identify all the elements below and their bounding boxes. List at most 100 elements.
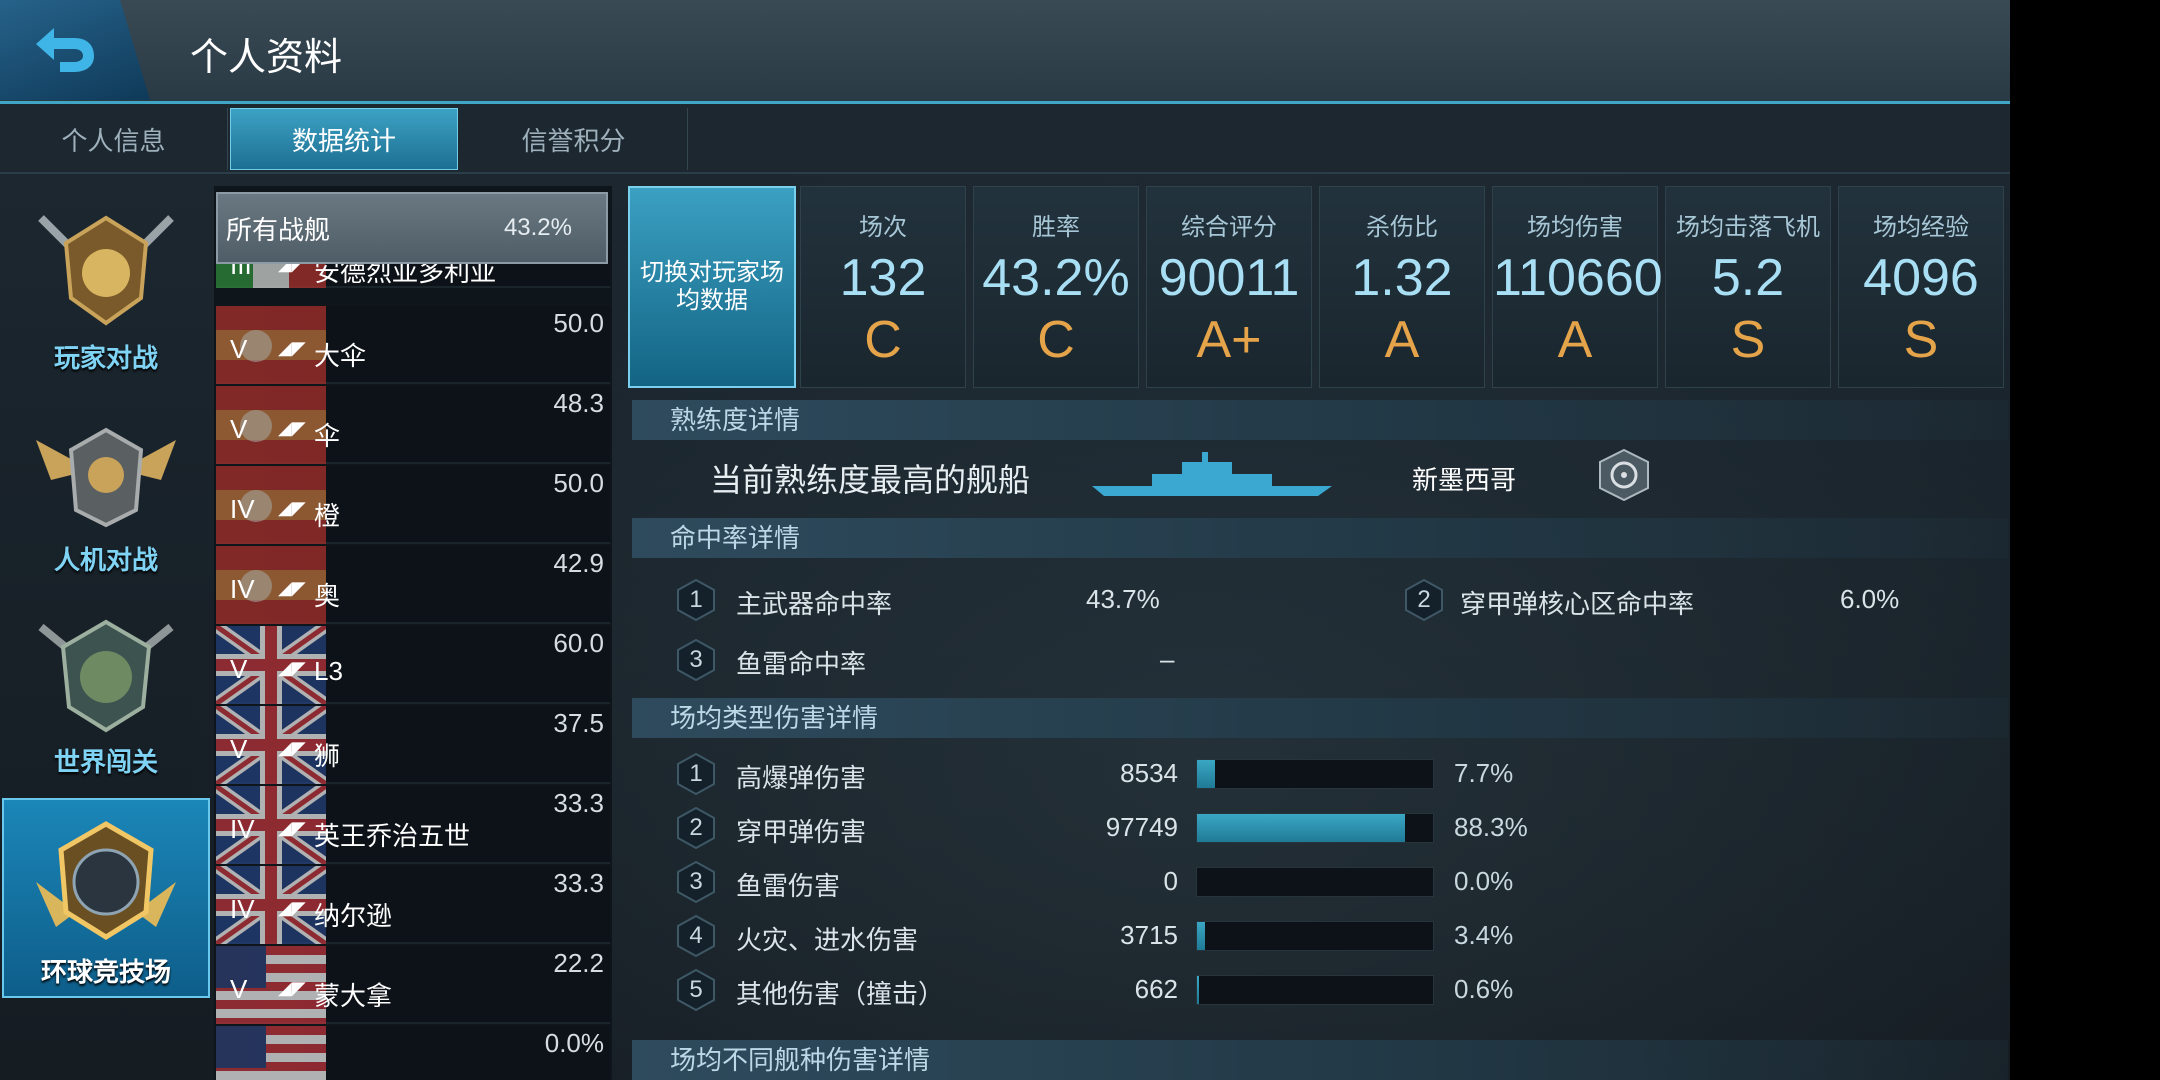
- ship-row[interactable]: IV ◢◤ 英王乔治五世 33.3: [216, 786, 610, 864]
- damage-percent: 88.3%: [1454, 812, 1528, 842]
- ship-tier: IV: [230, 494, 255, 524]
- winged-helmet-emblem-icon: [36, 427, 176, 528]
- ship-win-rate: 60.0: [553, 628, 604, 658]
- stat-grade: A+: [1196, 311, 1262, 369]
- ship-row[interactable]: V ◢◤ 狮 37.5: [216, 706, 610, 784]
- damage-percent: 0.0%: [1454, 866, 1514, 896]
- ship-name: 伞: [314, 421, 341, 451]
- number-badge-text: 2: [1417, 586, 1431, 613]
- damage-label: 火灾、进水伤害: [736, 925, 919, 955]
- ship-name: 狮: [314, 741, 341, 771]
- damage-percent: 0.6%: [1454, 974, 1514, 1004]
- ship-row[interactable]: IV ◢◤ 纳尔逊 33.3: [216, 866, 610, 944]
- stat-card: 场次 132 C: [800, 186, 966, 388]
- ship-tier: IV: [230, 574, 255, 604]
- winged-globe-emblem-icon: [36, 821, 176, 940]
- damage-percent: 3.4%: [1454, 920, 1514, 950]
- mode-pvp-label: 玩家对战: [53, 343, 158, 373]
- mode-global-arena[interactable]: 环球竞技场: [2, 798, 210, 998]
- damage-value: 0: [1163, 866, 1178, 896]
- number-badge: 1: [674, 578, 718, 622]
- stat-value: 90011: [1158, 249, 1300, 307]
- damage-label: 高爆弹伤害: [736, 763, 867, 793]
- damage-value: 662: [1134, 974, 1178, 1004]
- ship-row[interactable]: IV ◢◤ 奥 42.9: [216, 546, 610, 624]
- stat-value: 110660: [1493, 249, 1663, 307]
- toggle-pvp-average-button[interactable]: 切换对玩家场均数据: [628, 186, 796, 388]
- ship-class-icon: ◢◤: [278, 738, 306, 758]
- stat-value: 5.2: [1711, 249, 1785, 307]
- ship-class-icon: ◢◤: [278, 418, 306, 438]
- accuracy-value: 6.0%: [1840, 584, 1900, 614]
- ship-tier: IV: [230, 814, 255, 844]
- tab-bar: 个人信息 数据统计 信誉积分: [0, 104, 2010, 174]
- mode-pve-label: 人机对战: [53, 545, 158, 575]
- mode-world-challenge[interactable]: 世界闯关: [2, 590, 210, 790]
- damage-label: 其他伤害（撞击）: [736, 979, 945, 1009]
- damage-bar-fill: [1197, 922, 1205, 950]
- ship-tier: IV: [230, 894, 255, 924]
- ship-list-all-ships[interactable]: 所有战舰 43.2%: [216, 192, 608, 264]
- ship-class-icon: ◢◤: [278, 898, 306, 918]
- tab-credit-score[interactable]: 信誉积分: [460, 108, 688, 170]
- shiptype-damage-section-header: 场均不同舰种伤害详情: [632, 1040, 2008, 1080]
- mode-pve[interactable]: 人机对战: [2, 388, 210, 588]
- usa-flag-icon: [216, 1026, 326, 1080]
- stat-card: 杀伤比 1.32 A: [1319, 186, 1485, 388]
- ship-tier: V: [230, 734, 248, 764]
- mode-pvp[interactable]: 玩家对战: [2, 186, 210, 386]
- ship-class-icon: ◢◤: [278, 658, 306, 678]
- number-badge: 2: [1402, 578, 1446, 622]
- stat-card: 胜率 43.2% C: [973, 186, 1139, 388]
- number-badge-text: 1: [689, 586, 703, 613]
- ship-row[interactable]: IV ◢◤ 橙 50.0: [216, 466, 610, 544]
- ship-row[interactable]: V ◢◤ 蒙大拿 22.2: [216, 946, 610, 1024]
- damage-label: 鱼雷伤害: [736, 871, 841, 901]
- helm-wheel-badge-icon: [1599, 448, 1649, 502]
- accuracy-label: 鱼雷命中率: [736, 649, 867, 679]
- ship-class-icon: ◢◤: [278, 578, 306, 598]
- ship-name: 蒙大拿: [314, 981, 393, 1011]
- ship-tier: V: [230, 654, 248, 684]
- globe-emblem-icon: [38, 619, 174, 733]
- stat-label: 场均伤害: [1527, 214, 1623, 241]
- stat-grade: C: [1037, 311, 1075, 369]
- mode-global-arena-label: 环球竞技场: [40, 957, 171, 987]
- ship-row[interactable]: V ◢◤ 伞 48.3: [216, 386, 610, 464]
- ship-win-rate: 50.0: [553, 468, 604, 498]
- ship-row[interactable]: 0.0%: [216, 1026, 610, 1080]
- stat-card: 场均击落飞机 5.2 S: [1665, 186, 1831, 388]
- damage-section-header: 场均类型伤害详情: [632, 698, 2008, 738]
- mode-sidebar: 玩家对战 人机对战 世界闯关 环球竞技场: [0, 186, 212, 1080]
- damage-bar-track: [1196, 921, 1434, 951]
- accuracy-section-header: 命中率详情: [632, 518, 2008, 558]
- screen-edge: [2010, 0, 2160, 1080]
- ship-win-rate: 48.3: [553, 388, 604, 418]
- number-badge: 2: [674, 806, 718, 850]
- tab-data-stats[interactable]: 数据统计: [230, 108, 458, 170]
- number-badge-text: 4: [689, 922, 703, 949]
- ship-name: 大伞: [314, 341, 367, 371]
- ship-row[interactable]: V ◢◤ L3 60.0: [216, 626, 610, 704]
- stat-card: 综合评分 90011 A+: [1146, 186, 1312, 388]
- ship-class-icon: ◢◤: [278, 818, 306, 838]
- number-badge-text: 3: [689, 868, 703, 895]
- ship-tier: V: [230, 414, 248, 444]
- damage-bar-track: [1196, 813, 1434, 843]
- damage-percent: 7.7%: [1454, 758, 1514, 788]
- damage-bar-fill: [1197, 760, 1215, 788]
- ship-list[interactable]: III ◢◤ 安德烈亚多利亚 所有战舰 43.2% V ◢◤ 大伞 50.0 V ◢◤ 伞 4…: [214, 186, 612, 1080]
- stat-label: 场均经验: [1873, 214, 1969, 241]
- damage-bar-track: [1196, 867, 1434, 897]
- ship-class-icon: ◢◤: [278, 498, 306, 518]
- ship-tier: V: [230, 334, 248, 364]
- ship-win-rate: 0.0%: [544, 1028, 604, 1058]
- back-button[interactable]: [0, 0, 150, 100]
- ship-row[interactable]: V ◢◤ 大伞 50.0: [216, 306, 610, 384]
- tab-personal-info[interactable]: 个人信息: [0, 108, 228, 170]
- stat-value: 43.2%: [982, 249, 1130, 307]
- header-bar: 个人资料: [0, 0, 2010, 104]
- number-badge: 5: [674, 968, 718, 1012]
- stat-label: 综合评分: [1181, 214, 1277, 241]
- ship-win-rate: 33.3: [553, 868, 604, 898]
